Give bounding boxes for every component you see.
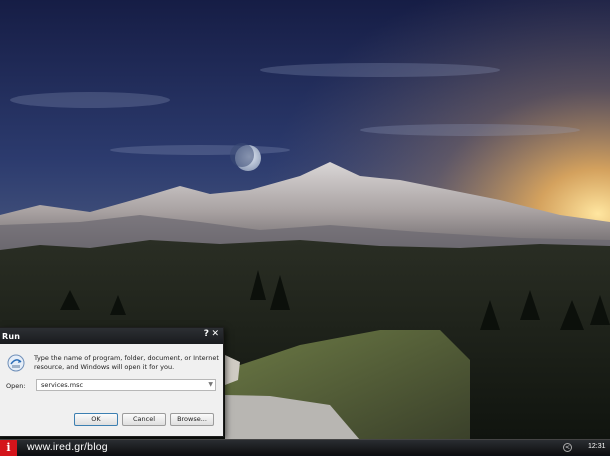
start-logo-icon: i [6, 441, 11, 454]
run-description: Type the name of program, folder, docume… [34, 354, 219, 371]
dropdown-arrow-icon[interactable]: ▼ [208, 380, 213, 390]
open-input-value: services.msc [41, 381, 84, 389]
watermark-text: www.ired.gr/blog [27, 441, 108, 453]
clock[interactable]: 12:31 [588, 443, 606, 450]
run-dialog: Run ? ✕ Type the name of program, folder… [0, 327, 224, 437]
cancel-button[interactable]: Cancel [122, 413, 166, 426]
run-dialog-titlebar[interactable]: Run ? ✕ [0, 328, 223, 344]
tray-chevron-icon[interactable]: < [563, 443, 572, 452]
browse-button[interactable]: Browse... [170, 413, 214, 426]
open-label: Open: [6, 382, 26, 390]
start-button[interactable]: i [0, 440, 17, 456]
open-input[interactable]: services.msc ▼ [36, 379, 216, 391]
taskbar: i www.ired.gr/blog < 12:31 [0, 439, 610, 456]
help-button[interactable]: ? [204, 329, 209, 339]
run-dialog-title: Run [2, 331, 21, 341]
ok-button[interactable]: OK [74, 413, 118, 426]
close-button[interactable]: ✕ [211, 329, 219, 339]
run-icon [7, 354, 25, 372]
